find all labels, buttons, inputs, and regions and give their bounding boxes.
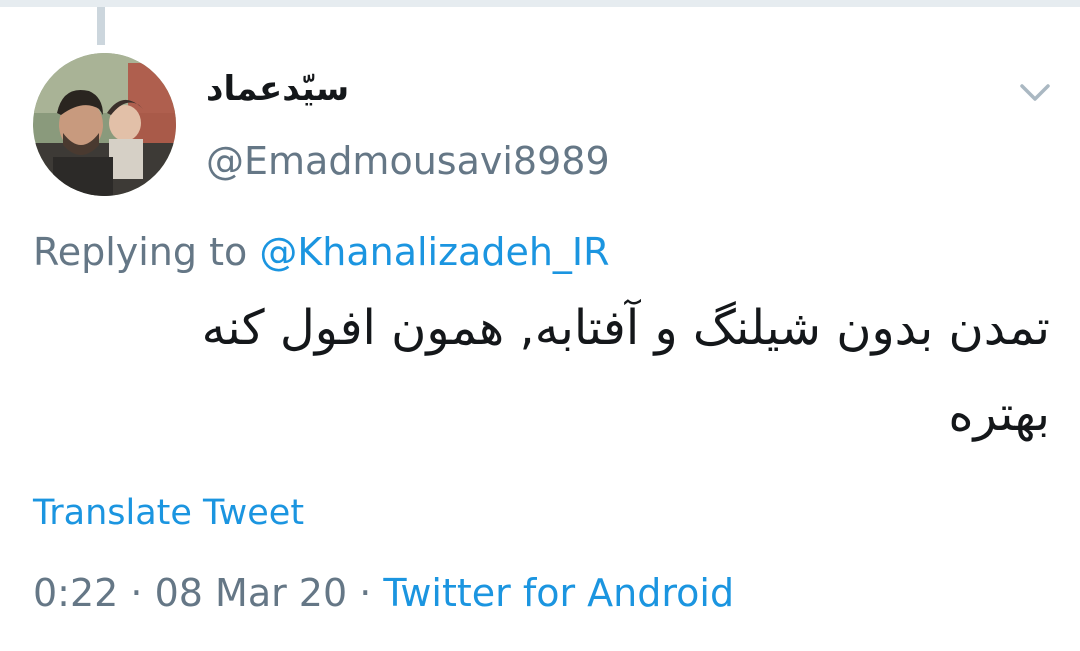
reply-to-mention-link[interactable]: @Khanalizadeh_IR xyxy=(259,230,609,274)
tweet-source-link[interactable]: Twitter for Android xyxy=(383,571,734,615)
replying-to-line: Replying to @Khanalizadeh_IR xyxy=(33,229,610,275)
tweet-date: 08 Mar 20 xyxy=(154,571,348,615)
avatar[interactable] xyxy=(33,53,176,196)
replying-to-label: Replying to xyxy=(33,230,248,274)
meta-separator: · xyxy=(347,571,384,615)
avatar-image xyxy=(33,53,176,196)
display-name[interactable]: سیّدعماد xyxy=(206,64,349,114)
tweet-text: تمدن بدون شیلنگ و آفتابه, همون افول کنه … xyxy=(201,300,1050,442)
tweet-metadata: 0:22 · 08 Mar 20 · Twitter for Android xyxy=(33,569,734,617)
meta-separator: · xyxy=(118,571,155,615)
top-divider xyxy=(0,0,1080,7)
translate-tweet-link[interactable]: Translate Tweet xyxy=(33,490,304,536)
tweet-time: 0:22 xyxy=(33,571,119,615)
chevron-down-icon[interactable] xyxy=(1014,76,1056,108)
thread-connector-line xyxy=(97,7,105,45)
user-handle[interactable]: @Emadmousavi8989 xyxy=(206,138,610,184)
tweet-detail: سیّدعماد @Emadmousavi8989 Replying to @K… xyxy=(0,0,1080,651)
